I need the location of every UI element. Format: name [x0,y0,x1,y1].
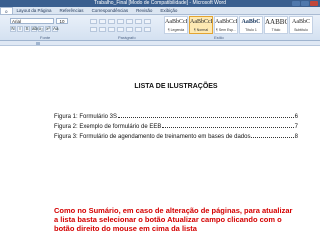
style-tile-2[interactable]: AaBbCcI ¶ Sem Esp... [214,16,238,34]
style-tile-1[interactable]: AaBbCcI ¶ Normal [189,16,213,34]
align-left-button[interactable] [90,27,97,32]
close-button[interactable] [310,1,318,6]
page-heading: LISTA DE ILUSTRAÇÕES [134,83,218,90]
tab-5[interactable]: Exibição [156,7,181,14]
toc-leader-dots [251,133,294,138]
tab-3[interactable]: Correspondências [88,7,133,14]
shading-button[interactable] [135,27,142,32]
toc-leader-dots [162,123,294,128]
tab-2[interactable]: Referências [56,7,88,14]
toc-leader-dots [118,113,294,118]
style-sample: AaBbC [292,19,310,25]
instruction-note: Como no Sumário, em caso de alteração de… [54,206,293,233]
tab-4[interactable]: Revisão [132,7,156,14]
style-tile-5[interactable]: AaBbC Subtítulo [289,16,313,34]
format-button-6[interactable]: Aa [52,26,59,32]
format-button-0[interactable]: N [10,26,16,32]
align-center-button[interactable] [99,27,106,32]
style-sample: AABBC [265,18,287,26]
title-bar: Trabalho_Final [Modo de Compatibilidade]… [0,0,320,7]
toc-entry-page: 8 [294,134,298,140]
justify-button[interactable] [117,27,124,32]
window-title: Trabalho_Final [Modo de Compatibilidade]… [93,0,226,6]
style-tile-3[interactable]: AaBbC Título 1 [239,16,263,34]
document-workspace: LISTA DE ILUSTRAÇÕES Figura 1: Formulári… [0,46,320,240]
style-sample: AaBbCcI [190,19,212,25]
style-tile-0[interactable]: AaBbCcI ¶ Legenda [164,16,188,34]
format-button-4[interactable]: x₂ [38,26,44,32]
style-sample: AaBbC [241,19,261,25]
style-tile-4[interactable]: AABBC Título [264,16,288,34]
increase-indent-button[interactable] [126,19,133,24]
format-buttons: N I Sabc x₂ x² Aa [10,26,59,32]
ribbon-tabs: o Layout da Página Referências Correspondên… [0,7,320,15]
styles-gallery: AaBbCcI ¶ Legenda AaBbCcI ¶ Normal AaBbCcI ¶ … [164,16,313,34]
align-right-button[interactable] [108,27,115,32]
sort-button[interactable] [135,19,142,24]
maximize-button[interactable] [301,1,309,6]
minimize-button[interactable] [292,1,300,6]
decrease-indent-button[interactable] [117,19,124,24]
alignment-buttons [90,27,151,32]
style-sample: AaBbCcI [215,19,237,25]
indent-marker[interactable] [36,42,40,45]
bullets-button[interactable] [90,19,97,24]
toc-entry-text: Figura 1: Formulário 3S [54,114,118,120]
toc-entry[interactable]: Figura 1: Formulário 3S 6 [54,113,298,122]
line-spacing-button[interactable] [126,27,133,32]
toc-entry-text: Figura 3: Formulário de agendamento de t… [54,134,251,140]
format-button-2[interactable]: S [24,26,30,32]
toc-entry-text: Figura 2: Exemplo de formulário de EEB [54,124,162,130]
style-label: ¶ Sem Esp... [216,28,236,32]
show-marks-button[interactable] [144,19,151,24]
style-label: Subtítulo [294,28,308,32]
font-size-combo[interactable]: 10 [56,18,68,24]
toc-entry[interactable]: Figura 3: Formulário de agendamento de t… [54,133,298,142]
format-button-5[interactable]: x² [45,26,51,32]
font-name-combo[interactable]: Arial [10,18,54,24]
tab-1[interactable]: Layout da Página [13,7,56,14]
toc-entry-page: 6 [294,114,298,120]
style-label: ¶ Legenda [167,28,185,32]
numbering-button[interactable] [99,19,106,24]
multilevel-list-button[interactable] [108,19,115,24]
style-label: Título [271,28,281,32]
style-label: ¶ Normal [193,28,209,32]
format-button-1[interactable]: I [17,26,23,32]
style-sample: AaBbCcI [165,19,187,25]
borders-button[interactable] [144,27,151,32]
toc-entry-page: 7 [294,124,298,130]
window-controls [292,1,318,6]
style-label: Título 1 [245,28,257,32]
document-page[interactable]: LISTA DE ILUSTRAÇÕES Figura 1: Formulári… [46,56,306,240]
ribbon: Arial 10 N I Sabc x₂ x² Aa AaBbCcI ¶ Legenda Aa… [0,15,320,41]
paragraph-buttons [90,19,151,24]
format-button-3[interactable]: abc [31,26,39,32]
toc-entry[interactable]: Figura 2: Exemplo de formulário de EEB 7 [54,123,298,132]
tab-0[interactable]: o [0,7,13,14]
